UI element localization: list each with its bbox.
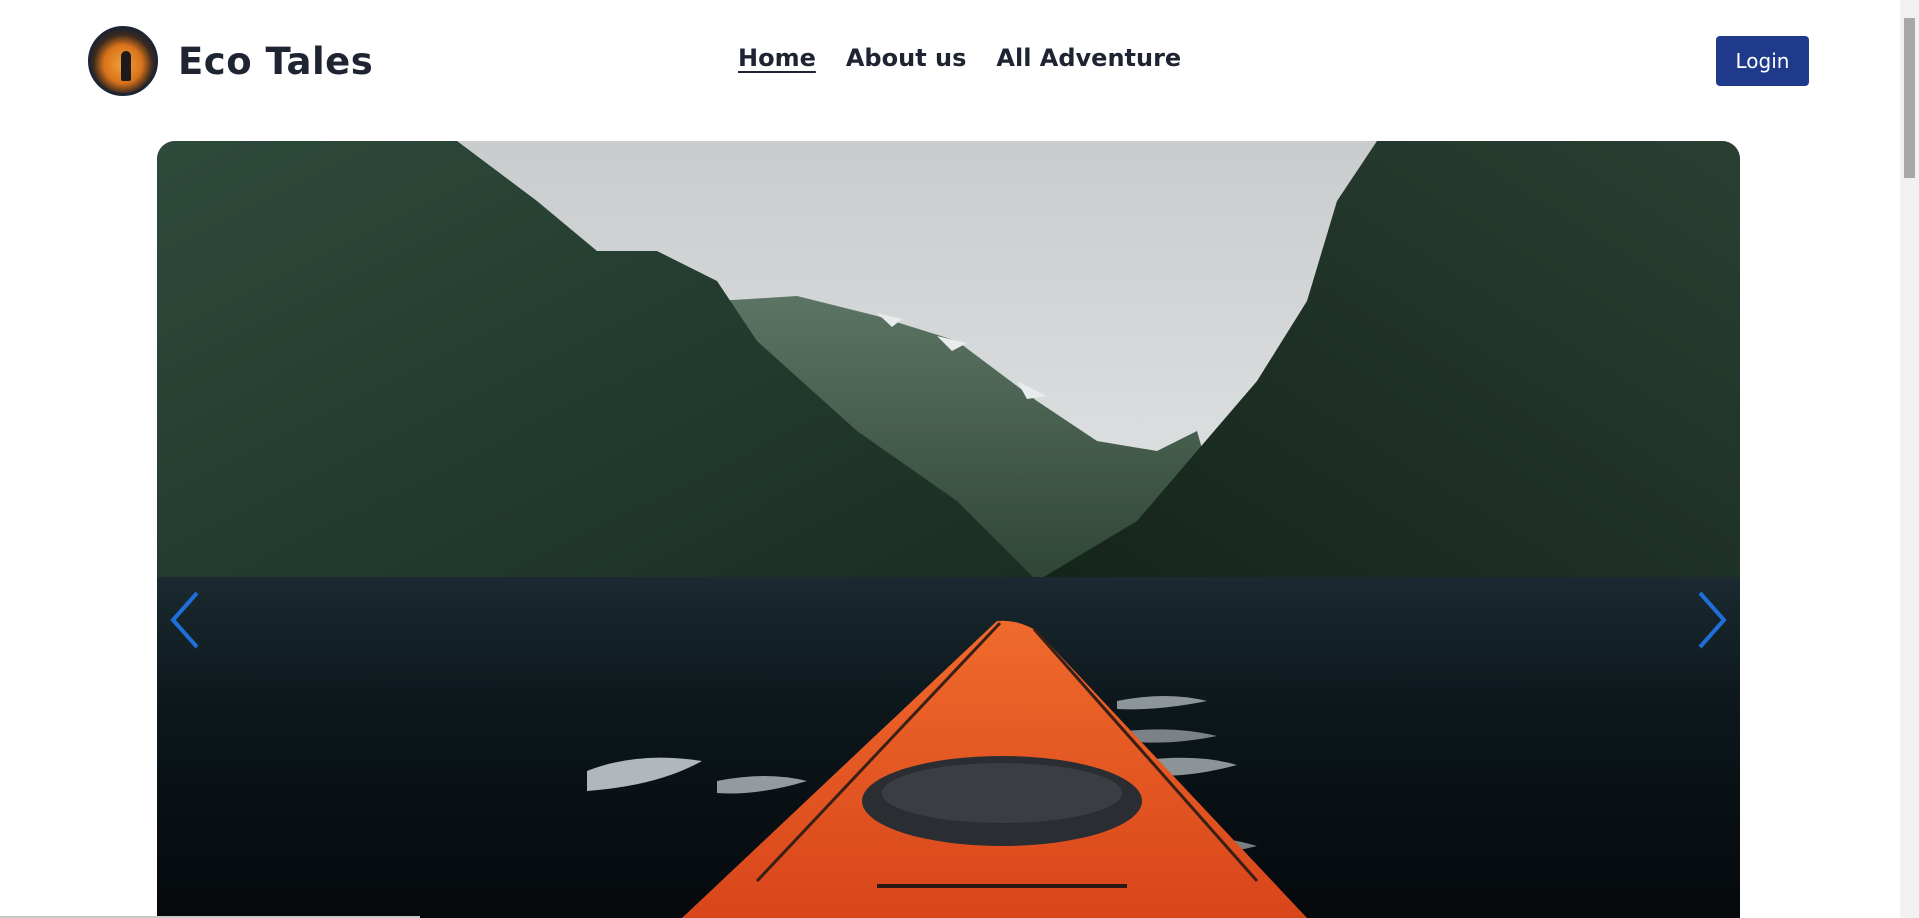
brand[interactable]: Eco Tales [88, 26, 373, 96]
login-button[interactable]: Login [1716, 36, 1809, 86]
chevron-right-icon[interactable] [1690, 587, 1730, 653]
nav-about-us[interactable]: About us [846, 44, 967, 72]
fjord-kayak-photo [157, 141, 1740, 918]
page: Eco Tales Home About us All Adventure Lo… [0, 0, 1919, 918]
nav-home[interactable]: Home [738, 44, 816, 72]
brand-name: Eco Tales [178, 39, 374, 83]
hero-slider [157, 141, 1740, 918]
chevron-left-icon[interactable] [167, 587, 207, 653]
nav-all-adventure[interactable]: All Adventure [996, 44, 1181, 72]
main-nav: Home About us All Adventure [738, 44, 1181, 72]
scrollbar-thumb[interactable] [1904, 18, 1915, 178]
hiker-sunset-logo-icon [88, 26, 158, 96]
site-header: Eco Tales Home About us All Adventure Lo… [0, 0, 1900, 122]
page-scrollbar[interactable] [1900, 0, 1919, 918]
